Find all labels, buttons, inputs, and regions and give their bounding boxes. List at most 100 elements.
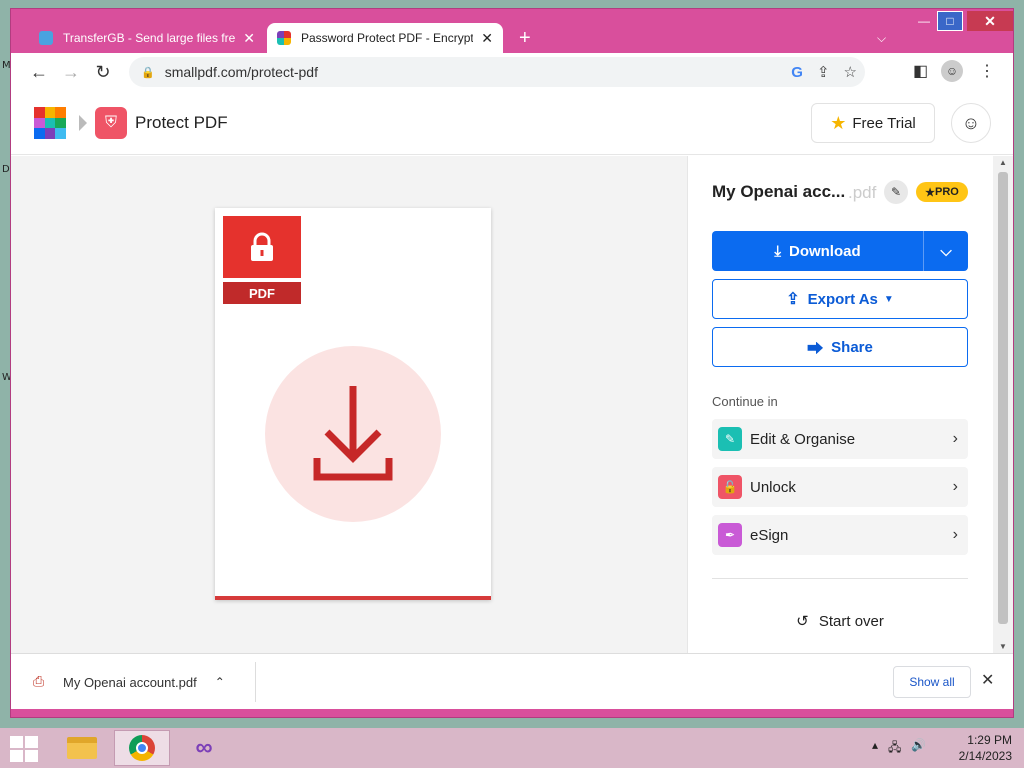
preview-area: PDF: [11, 156, 687, 653]
tab-protect-pdf[interactable]: Password Protect PDF - Encrypt your PDF …: [267, 23, 503, 53]
download-icon: ⤓: [774, 242, 781, 260]
system-tray: ▴ 🖧 🔊: [872, 738, 926, 759]
chevron-right-icon: ›: [952, 526, 958, 543]
desktop-icon-label: D: [2, 164, 10, 175]
pro-badge: ★ PRO: [916, 182, 968, 202]
share-label: Share: [831, 338, 873, 356]
edit-icon: ✎: [718, 427, 742, 451]
continue-esign[interactable]: ✒ eSign ›: [712, 515, 968, 555]
clock-time: 1:29 PM: [967, 733, 1012, 747]
lock-icon: 🔒: [141, 66, 155, 79]
download-shelf: ⎙ My Openai account.pdf ⌃ Show all ✕: [11, 653, 1013, 709]
profile-icon[interactable]: ☺: [941, 60, 963, 82]
file-name: My Openai acc...: [712, 182, 846, 201]
continue-item-label: Unlock: [750, 478, 796, 496]
back-arrow-icon[interactable]: ←: [23, 57, 55, 87]
chrome-taskbar-button[interactable]: [114, 730, 170, 766]
share-button[interactable]: ⮕ Share: [712, 327, 968, 367]
star-icon: ★: [830, 112, 847, 133]
folder-icon: [67, 737, 97, 759]
continue-unlock[interactable]: 🔓 Unlock ›: [712, 467, 968, 507]
download-label: Download: [788, 242, 861, 260]
file-explorer-taskbar-button[interactable]: [54, 730, 110, 766]
web-page: ⛨ Protect PDF ★ Free Trial ☺ PDF My Open…: [11, 91, 1013, 653]
free-trial-label: Free Trial: [852, 114, 916, 132]
scroll-up-icon[interactable]: ▲: [993, 158, 1013, 167]
result-panel: My Openai acc... .pdf ✎ ★ PRO ⤓ Download…: [687, 156, 993, 653]
esign-pen-icon: ✒: [718, 523, 742, 547]
show-all-button[interactable]: Show all: [893, 666, 971, 698]
address-bar[interactable]: 🔒 smallpdf.com/protect-pdf G ⇪ ☆: [129, 57, 865, 87]
page-scrollbar[interactable]: ▲ ▼: [993, 156, 1013, 653]
chevron-up-icon[interactable]: ⌃: [215, 675, 225, 689]
close-tab-icon[interactable]: ✕: [481, 30, 493, 47]
visual-studio-icon: ∞: [195, 734, 213, 761]
pencil-icon[interactable]: ✎: [884, 180, 908, 204]
pro-label: PRO: [935, 186, 959, 198]
continue-edit-organise[interactable]: ✎ Edit & Organise ›: [712, 419, 968, 459]
share-icon: ⮕: [807, 341, 824, 358]
caret-down-icon: ▼: [883, 293, 894, 305]
continue-item-label: eSign: [750, 526, 789, 544]
download-arrow-icon[interactable]: [265, 346, 441, 522]
scroll-thumb[interactable]: [998, 172, 1008, 624]
taskbar: ∞ ▴ 🖧 🔊 1:29 PM 2/14/2023: [0, 728, 1024, 768]
close-shelf-icon[interactable]: ✕: [981, 670, 994, 690]
volume-icon[interactable]: 🔊: [911, 738, 926, 759]
padlock-icon: [223, 216, 301, 278]
tab-title: Password Protect PDF - Encrypt your PDF: [301, 31, 474, 45]
pdf-file-icon: ⎙: [33, 673, 45, 689]
unlock-icon: 🔓: [718, 475, 742, 499]
user-account-icon[interactable]: ☺: [951, 103, 991, 143]
clock-date: 2/14/2023: [958, 749, 1012, 763]
star-icon: ★: [925, 186, 936, 199]
url-text: smallpdf.com/protect-pdf: [164, 64, 318, 80]
chevron-right-icon: ›: [952, 478, 958, 495]
restart-icon: ↺: [796, 613, 809, 630]
scroll-down-icon[interactable]: ▼: [993, 642, 1013, 651]
breadcrumb-arrow-icon: [79, 115, 87, 131]
transfergb-favicon-icon: [39, 31, 53, 45]
tab-title: TransferGB - Send large files free: [63, 31, 236, 45]
kebab-menu-icon[interactable]: ⋮: [979, 61, 995, 81]
start-over-button[interactable]: ↺ Start over: [712, 612, 968, 630]
divider: [712, 578, 968, 579]
show-hidden-icons-icon[interactable]: ▴: [872, 738, 878, 759]
new-tab-icon[interactable]: +: [519, 27, 531, 50]
pdf-thumbnail: PDF: [215, 208, 491, 600]
tab-transfergb[interactable]: TransferGB - Send large files free ✕: [29, 23, 265, 53]
divider: [255, 662, 256, 702]
google-translate-icon[interactable]: G: [791, 64, 803, 81]
download-button[interactable]: ⤓ Download ⌵: [712, 231, 968, 271]
chevron-right-icon: ›: [952, 430, 958, 447]
close-tab-icon[interactable]: ✕: [243, 30, 255, 47]
network-icon[interactable]: 🖧: [888, 738, 901, 759]
continue-in-label: Continue in: [712, 394, 778, 409]
reload-icon[interactable]: ↻: [87, 57, 119, 87]
export-as-button[interactable]: ⇪ Export As ▼: [712, 279, 968, 319]
chevron-down-icon[interactable]: ⌵: [924, 231, 968, 271]
tab-search-chevron-icon[interactable]: ⌵: [877, 31, 886, 46]
continue-item-label: Edit & Organise: [750, 430, 856, 448]
free-trial-button[interactable]: ★ Free Trial: [811, 103, 935, 143]
side-panel-icon[interactable]: ◧: [913, 61, 928, 81]
smallpdf-logo[interactable]: [34, 107, 66, 139]
download-item[interactable]: ⎙ My Openai account.pdf ⌃: [33, 668, 225, 696]
visual-studio-taskbar-button[interactable]: ∞: [176, 730, 232, 766]
page-title: Protect PDF: [135, 113, 228, 132]
app-header: ⛨ Protect PDF ★ Free Trial ☺: [11, 91, 1013, 155]
tab-strip: TransferGB - Send large files free ✕ Pas…: [11, 17, 1013, 53]
windows-start-icon[interactable]: [10, 736, 38, 762]
smallpdf-favicon-icon: [277, 31, 291, 45]
share-page-icon[interactable]: ⇪: [817, 63, 830, 81]
download-file-name: My Openai account.pdf: [63, 674, 197, 690]
export-as-label: Export As: [807, 290, 878, 308]
file-extension: .pdf: [848, 183, 877, 202]
upload-icon: ⇪: [786, 291, 800, 308]
forward-arrow-icon[interactable]: →: [55, 57, 87, 87]
pdf-badge: PDF: [223, 282, 301, 304]
shield-icon: ⛨: [95, 107, 127, 139]
system-clock[interactable]: 1:29 PM 2/14/2023: [948, 732, 1012, 764]
browser-window: — □ ✕ TransferGB - Send large files free…: [10, 8, 1014, 718]
bookmark-star-icon[interactable]: ☆: [844, 63, 857, 81]
